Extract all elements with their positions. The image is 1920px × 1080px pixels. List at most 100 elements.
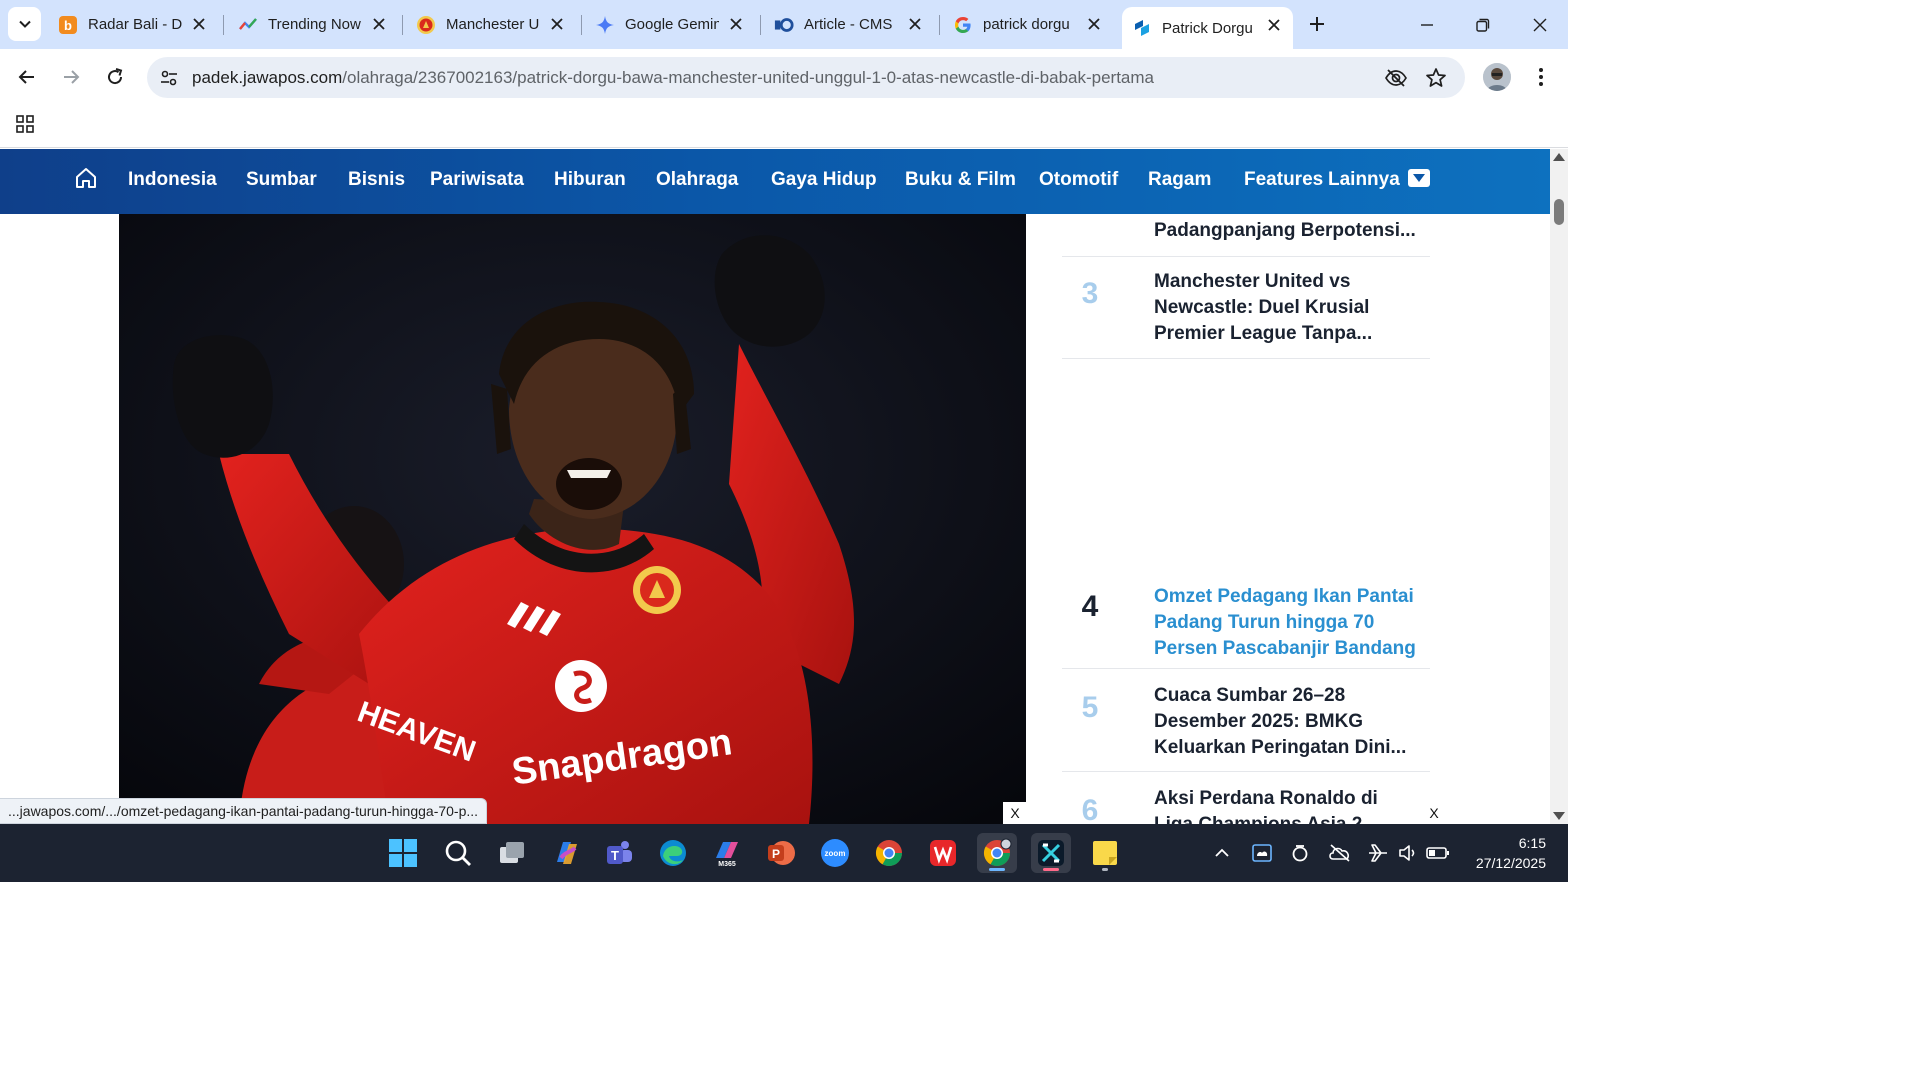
nav-ragam[interactable]: Ragam — [1148, 169, 1211, 191]
browser-menu-button[interactable] — [1528, 63, 1554, 91]
apps-grid-icon[interactable] — [12, 111, 38, 137]
minimize-button[interactable] — [1410, 8, 1444, 42]
search-icon[interactable] — [438, 833, 478, 873]
airplane-mode-icon[interactable] — [1366, 841, 1390, 865]
scroll-thumb[interactable] — [1554, 199, 1564, 225]
ad-close-button[interactable]: X — [1003, 802, 1027, 824]
forward-button[interactable] — [55, 61, 87, 93]
tab-title: patrick dorgu — [983, 16, 1070, 33]
m365-label: M365 — [718, 861, 736, 868]
chrome-icon[interactable] — [869, 833, 909, 873]
nav-indonesia[interactable]: Indonesia — [128, 169, 217, 191]
close-icon[interactable] — [548, 15, 566, 33]
tab-manchester-united[interactable]: Manchester U — [406, 6, 576, 43]
player-celebration-illustration: Snapdragon HEAVEN — [119, 214, 1026, 824]
list-item[interactable]: 4 Omzet Pedagang Ikan Pantai Padang Turu… — [1062, 570, 1430, 669]
scroll-up-arrow-icon[interactable] — [1553, 153, 1565, 161]
tab-radar-bali[interactable]: b Radar Bali - D — [48, 6, 218, 43]
close-icon[interactable] — [906, 15, 924, 33]
back-button[interactable] — [11, 61, 43, 93]
task-view-icon[interactable] — [492, 833, 532, 873]
tab-google-search[interactable]: patrick dorgu — [943, 6, 1113, 43]
copilot-icon[interactable] — [546, 833, 586, 873]
nav-lainnya[interactable]: Lainnya — [1328, 169, 1400, 191]
list-item[interactable]: Padangpanjang Berpotensi... — [1062, 214, 1430, 257]
nav-sumbar[interactable]: Sumbar — [246, 169, 317, 191]
trend-title[interactable]: Omzet Pedagang Ikan Pantai Padang Turun … — [1154, 584, 1416, 662]
chrome-profile-icon[interactable] — [977, 833, 1017, 873]
nav-bisnis[interactable]: Bisnis — [348, 169, 405, 191]
capcut-icon[interactable] — [1031, 833, 1071, 873]
cms-favicon-icon — [774, 15, 794, 35]
volume-icon[interactable] — [1396, 841, 1420, 865]
close-icon[interactable] — [1265, 16, 1283, 34]
nav-olahraga[interactable]: Olahraga — [656, 169, 738, 191]
close-window-button[interactable] — [1523, 8, 1557, 42]
eye-slash-icon[interactable] — [1383, 65, 1409, 91]
tab-title: Radar Bali - D — [88, 16, 182, 33]
trending-list: Padangpanjang Berpotensi... 3 Manchester… — [1062, 214, 1430, 824]
more-vertical-icon — [1539, 68, 1543, 86]
trend-title[interactable]: Padangpanjang Berpotensi... — [1154, 218, 1416, 244]
running-indicator — [1102, 868, 1108, 871]
close-icon[interactable] — [727, 15, 745, 33]
cloud-sync-icon[interactable] — [1250, 841, 1274, 865]
link-status-bubble: ...jawapos.com/.../omzet-pedagang-ikan-p… — [0, 798, 488, 824]
tab-separator — [581, 15, 582, 35]
wps-icon[interactable] — [923, 833, 963, 873]
close-icon[interactable] — [190, 15, 208, 33]
nav-features[interactable]: Features — [1244, 169, 1323, 191]
close-icon[interactable] — [370, 15, 388, 33]
tab-search-button[interactable] — [8, 7, 41, 41]
tab-title: Patrick Dorgu — [1162, 19, 1253, 37]
zoom-icon[interactable]: zoom — [815, 833, 855, 873]
nav-buku-film[interactable]: Buku & Film — [905, 169, 1016, 191]
page-scrollbar[interactable] — [1550, 149, 1568, 824]
battery-icon[interactable] — [1426, 841, 1450, 865]
edge-icon[interactable] — [653, 833, 693, 873]
trend-title[interactable]: Aksi Perdana Ronaldo di Liga Champions A… — [1154, 786, 1416, 824]
url-text[interactable]: padek.jawapos.com/olahraga/2367002163/pa… — [192, 68, 1154, 88]
ad-close-button[interactable]: X — [1422, 802, 1446, 824]
home-icon[interactable] — [74, 166, 98, 190]
caret-down-icon[interactable] — [1408, 169, 1430, 187]
restore-icon — [1476, 18, 1490, 32]
address-bar[interactable]: padek.jawapos.com/olahraga/2367002163/pa… — [147, 57, 1465, 98]
nav-gaya-hidup[interactable]: Gaya Hidup — [771, 169, 877, 191]
sticky-notes-icon[interactable] — [1085, 833, 1125, 873]
chevron-up-icon[interactable] — [1210, 841, 1234, 865]
tab-trending-now[interactable]: Trending Now — [228, 6, 398, 43]
profile-avatar-icon[interactable] — [1483, 63, 1511, 91]
list-item[interactable]: 6 Aksi Perdana Ronaldo di Liga Champions… — [1062, 772, 1430, 824]
site-info-icon[interactable] — [157, 66, 181, 90]
list-item[interactable]: 3 Manchester United vs Newcastle: Duel K… — [1062, 257, 1430, 359]
nav-hiburan[interactable]: Hiburan — [554, 169, 626, 191]
tab-patrick-dorgu-active[interactable]: Patrick Dorgu — [1122, 7, 1293, 49]
list-item[interactable]: 5 Cuaca Sumbar 26–28 Desember 2025: BMKG… — [1062, 669, 1430, 772]
new-tab-button[interactable] — [1303, 10, 1331, 38]
cloud-off-icon[interactable] — [1328, 841, 1352, 865]
scroll-down-arrow-icon[interactable] — [1553, 812, 1565, 820]
reload-button[interactable] — [99, 61, 131, 93]
teams-icon[interactable]: T — [599, 833, 639, 873]
trend-number: 5 — [1081, 691, 1099, 724]
nav-otomotif[interactable]: Otomotif — [1039, 169, 1118, 191]
start-icon[interactable] — [383, 833, 423, 873]
star-icon[interactable] — [1423, 65, 1449, 91]
nav-pariwisata[interactable]: Pariwisata — [430, 169, 524, 191]
security-icon[interactable] — [1288, 841, 1312, 865]
tab-article-cms[interactable]: Article - CMS — [764, 6, 934, 43]
site-navigation: Indonesia Sumbar Bisnis Pariwisata Hibur… — [0, 149, 1550, 214]
powerpoint-label: P — [772, 847, 780, 861]
system-clock[interactable]: 6:15 27/12/2025 — [1464, 833, 1546, 873]
jawapos-favicon-icon — [1132, 18, 1152, 38]
trend-title[interactable]: Cuaca Sumbar 26–28 Desember 2025: BMKG K… — [1154, 683, 1416, 761]
tab-google-gemini[interactable]: Google Gemin — [585, 6, 755, 43]
powerpoint-icon[interactable]: P — [761, 833, 801, 873]
plus-icon — [1310, 17, 1324, 31]
running-indicator — [989, 868, 1005, 871]
trend-title[interactable]: Manchester United vs Newcastle: Duel Kru… — [1154, 269, 1416, 347]
m365-icon[interactable]: M365 — [707, 833, 747, 873]
close-icon[interactable] — [1085, 15, 1103, 33]
restore-button[interactable] — [1466, 8, 1500, 42]
